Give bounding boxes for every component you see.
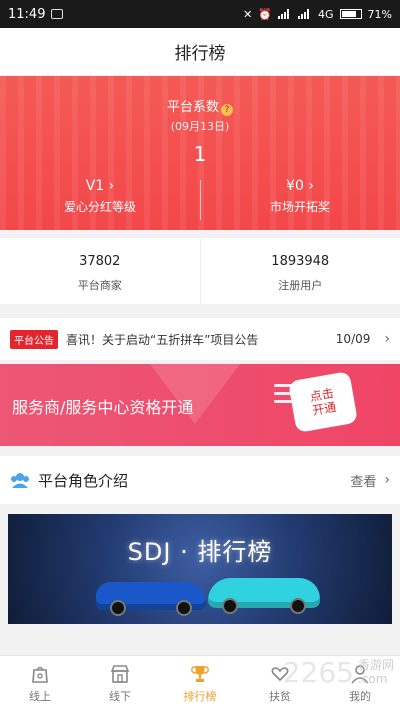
chevron-right-icon: › [308, 178, 314, 194]
bottom-tab-bar: 线上 线下 排行榜 扶贫 我的 [0, 655, 400, 711]
coefficient-title: 平台系数? [0, 96, 400, 116]
alarm-icon: ⏰ [258, 7, 273, 21]
merchants-count: 37802 [79, 254, 121, 269]
badge-line-2: 开通 [311, 399, 338, 418]
platform-coefficient-card: 平台系数? (09月13日) 1 V1 › 爱心分红等级 ¥0 › 市场开拓奖 [0, 76, 400, 230]
bag-icon [32, 666, 48, 683]
ranking-promo-image[interactable]: SDJ · 排行榜 [8, 514, 392, 624]
coefficient-value: 1 [193, 142, 207, 166]
dividend-level-value: V1 [85, 178, 105, 194]
battery-percent: 71% [367, 7, 392, 21]
status-bar: 11:49 ✕ ⏰ 4G 71% [0, 0, 400, 28]
signal-icon [278, 9, 292, 19]
page-title: 排行榜 [174, 44, 226, 64]
role-intro-header: 平台角色介绍 查看 › [0, 456, 400, 504]
open-now-button[interactable]: 点击 开通 [287, 371, 359, 433]
status-time: 11:49 [8, 6, 46, 22]
section-title: 平台角色介绍 [38, 471, 129, 490]
chevron-right-icon: › [108, 178, 115, 194]
chevron-right-icon[interactable]: › [384, 472, 390, 488]
notification-icon [51, 9, 64, 19]
announcement-tag: 平台公告 [10, 329, 58, 349]
stat-merchants: 37802 平台商家 [0, 238, 200, 304]
wheel [290, 598, 306, 614]
network-label: 4G [318, 7, 334, 21]
tab-ranking[interactable]: 排行榜 [160, 656, 240, 711]
trophy-icon [191, 665, 209, 682]
coefficient-label: 平台系数 [166, 100, 219, 115]
wheel [222, 598, 238, 614]
wheel [110, 600, 126, 616]
market-award-value: ¥0 [286, 178, 304, 194]
market-award-label: 市场开拓奖 [269, 200, 330, 214]
tab-mine[interactable]: 我的 [320, 656, 400, 711]
chevron-right-icon[interactable]: › [384, 331, 390, 347]
help-icon[interactable]: ? [221, 104, 233, 116]
announcement-date: 10/09 [335, 332, 371, 346]
announcement-bar[interactable]: 平台公告 喜讯！关于启动“五折拼车”项目公告 10/09 › [0, 318, 400, 360]
tab-label: 扶贫 [269, 689, 291, 703]
coefficient-date: (09月13日) [170, 120, 230, 133]
tab-poverty-relief[interactable]: 扶贫 [240, 656, 320, 711]
battery-icon [339, 9, 362, 19]
merchants-label: 平台商家 [77, 279, 122, 292]
tab-label: 排行榜 [183, 689, 217, 703]
service-provider-banner[interactable]: 服务商/服务中心资格开通 点击 开通 [0, 364, 400, 446]
dividend-level[interactable]: V1 › 爱心分红等级 [0, 178, 200, 215]
dividend-level-label: 爱心分红等级 [63, 200, 136, 214]
tab-label: 线上 [29, 689, 51, 703]
users-label: 注册用户 [278, 279, 323, 292]
platform-stats: 37802 平台商家 1893948 注册用户 [0, 238, 400, 304]
store-icon [110, 664, 130, 683]
wheel [176, 600, 192, 616]
tab-offline[interactable]: 线下 [80, 656, 160, 711]
stat-users: 1893948 注册用户 [199, 238, 400, 304]
app-header: 排行榜 [0, 28, 400, 76]
announcement-text[interactable]: 喜讯！关于启动“五折拼车”项目公告 [66, 331, 328, 348]
banner-title: 服务商/服务中心资格开通 [12, 398, 194, 417]
market-award[interactable]: ¥0 › 市场开拓奖 [200, 178, 400, 215]
view-more-link[interactable]: 查看 [350, 471, 376, 490]
tab-label: 线下 [109, 689, 131, 703]
mute-icon: ✕ [243, 7, 253, 21]
user-icon [351, 664, 369, 684]
team-icon [11, 473, 29, 488]
tab-label: 我的 [349, 689, 371, 703]
promo-title: SDJ · 排行榜 [127, 538, 273, 566]
users-count: 1893948 [271, 254, 330, 269]
heart-hand-icon [271, 666, 289, 681]
tab-online[interactable]: 线上 [0, 656, 80, 711]
signal-icon-2 [298, 9, 312, 19]
